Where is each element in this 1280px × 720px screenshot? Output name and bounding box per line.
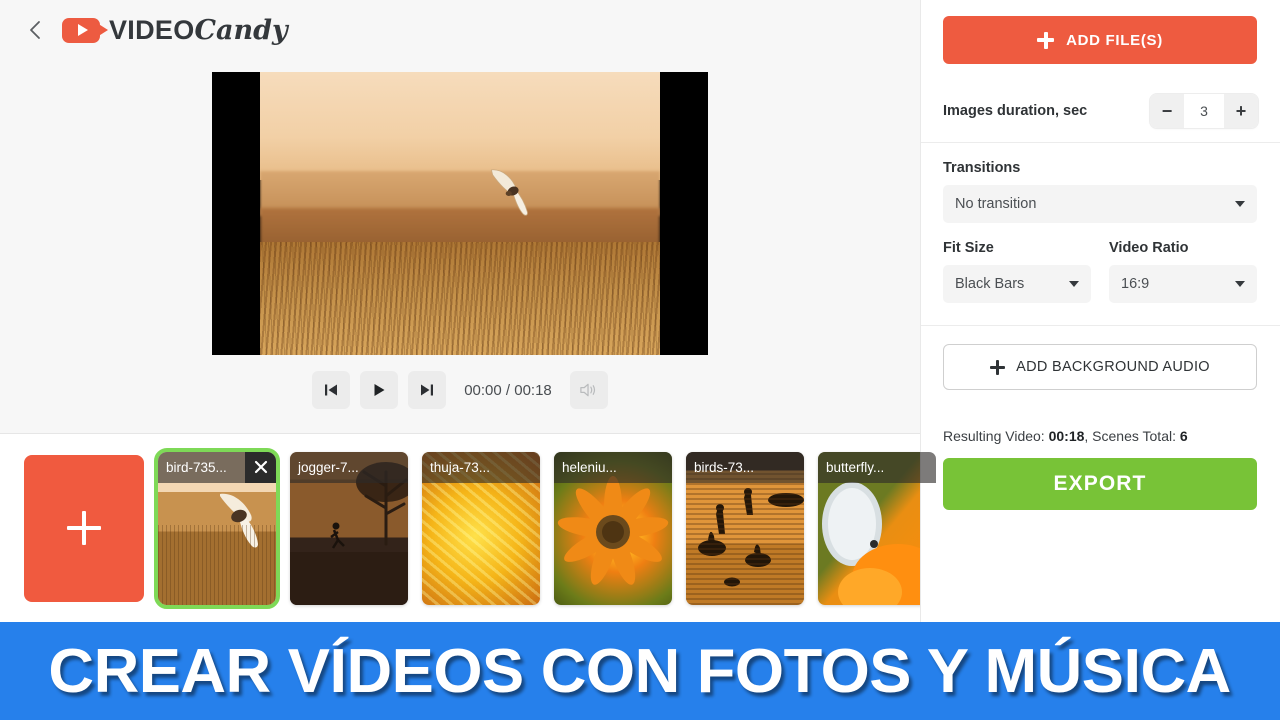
video-ratio-value: 16:9 [1121,276,1150,292]
result-summary: Resulting Video: 00:18, Scenes Total: 6 [943,428,1258,444]
app-root: VIDEOCandy 00:00 / 00:18 bird-735... jog… [0,0,1280,720]
timeline-clip[interactable]: birds-73... [686,451,804,605]
clip-name: bird-735... [166,459,227,475]
video-ratio-group: Video Ratio 16:9 [1109,240,1257,303]
result-prefix: Resulting Video: [943,428,1049,444]
timeline-clip[interactable]: jogger-7... [290,451,408,605]
chevron-left-icon [30,21,40,39]
promo-banner: CREAR VÍDEOS CON FOTOS Y MÚSICA [0,622,1280,720]
preview-frame [260,72,660,355]
fit-size-value: Black Bars [955,276,1025,292]
chevron-down-icon [1235,201,1245,207]
letterbox-bar-left [212,72,260,355]
add-media-tile[interactable] [24,454,144,602]
plus-icon [1037,31,1055,49]
add-files-label: ADD FILE(S) [1066,31,1163,49]
duration-decrement-button[interactable]: − [1150,94,1184,128]
video-preview[interactable] [212,72,708,355]
close-icon[interactable] [245,451,276,483]
clip-title-bar: heleniu... [554,451,672,483]
duration-increment-button[interactable]: + [1224,94,1258,128]
size-ratio-block: Fit Size Black Bars Video Ratio 16:9 [943,223,1258,303]
result-middle: , Scenes Total: [1084,428,1180,444]
fit-size-group: Fit Size Black Bars [943,240,1091,303]
play-button[interactable] [360,371,399,409]
clip-name: jogger-7... [298,459,359,475]
clip-title-bar: thuja-73... [422,451,540,483]
timeline-clip[interactable]: heleniu... [554,451,672,605]
clip-title-bar: jogger-7... [290,451,408,483]
transitions-value: No transition [955,196,1037,212]
clip-name: butterfly... [826,459,885,475]
images-duration-label: Images duration, sec [943,103,1088,119]
skip-previous-icon [325,384,338,396]
export-label: EXPORT [1053,472,1147,495]
time-display: 00:00 / 00:18 [464,381,552,399]
divider [921,325,1280,326]
letterbox-bar-right [660,72,708,355]
transitions-block: Transitions No transition [943,143,1258,223]
clip-title-bar: butterfly... [818,451,936,483]
fit-size-select[interactable]: Black Bars [943,265,1091,303]
export-button[interactable]: EXPORT [943,458,1257,510]
promo-banner-text: CREAR VÍDEOS CON FOTOS Y MÚSICA [48,636,1232,706]
volume-button[interactable] [569,371,608,409]
app-logo[interactable]: VIDEOCandy [62,15,288,46]
main-area: VIDEOCandy 00:00 / 00:18 bird-735... jog… [0,0,936,622]
play-icon [374,384,385,396]
player-controls: 00:00 / 00:18 [212,370,708,410]
images-duration-row: Images duration, sec − 3 + [943,80,1258,142]
transitions-select[interactable]: No transition [943,185,1257,223]
skip-next-icon [421,384,434,396]
result-duration: 00:18 [1048,428,1085,444]
chevron-down-icon [1069,281,1079,287]
brand-secondary: Candy [194,14,288,46]
logo-text: VIDEOCandy [109,15,288,46]
clip-name: heleniu... [562,459,617,475]
video-camera-icon [62,17,108,43]
clip-name: thuja-73... [430,459,491,475]
clip-name: birds-73... [694,459,755,475]
transitions-label: Transitions [943,160,1021,176]
timeline-strip: bird-735... jogger-7... thuja-73... hele… [0,433,936,622]
video-ratio-label: Video Ratio [1109,240,1189,256]
close-glyph [254,460,267,474]
plus-icon [990,359,1006,375]
duration-value[interactable]: 3 [1184,103,1224,119]
add-background-audio-button[interactable]: ADD BACKGROUND AUDIO [943,344,1257,390]
volume-icon [580,383,596,397]
timeline-clip[interactable]: thuja-73... [422,451,540,605]
settings-sidebar: ADD FILE(S) Images duration, sec − 3 + T… [920,0,1280,622]
brand-primary: VIDEO [109,14,195,45]
clip-title-bar: bird-735... [158,451,276,483]
clip-title-bar: birds-73... [686,451,804,483]
back-button[interactable] [22,17,48,43]
timeline-clip[interactable]: bird-735... [154,447,280,609]
add-background-audio-label: ADD BACKGROUND AUDIO [1016,359,1210,375]
add-files-button[interactable]: ADD FILE(S) [943,16,1257,64]
fit-size-label: Fit Size [943,240,994,256]
timeline-clip[interactable]: butterfly... [818,451,936,605]
chevron-down-icon [1235,281,1245,287]
previous-button[interactable] [312,371,351,409]
video-ratio-select[interactable]: 16:9 [1109,265,1257,303]
next-button[interactable] [408,371,447,409]
duration-stepper: − 3 + [1150,94,1258,128]
app-header: VIDEOCandy [0,0,920,60]
plus-icon [67,511,101,545]
result-scenes-total: 6 [1179,428,1188,444]
bird-graphic [490,169,528,216]
